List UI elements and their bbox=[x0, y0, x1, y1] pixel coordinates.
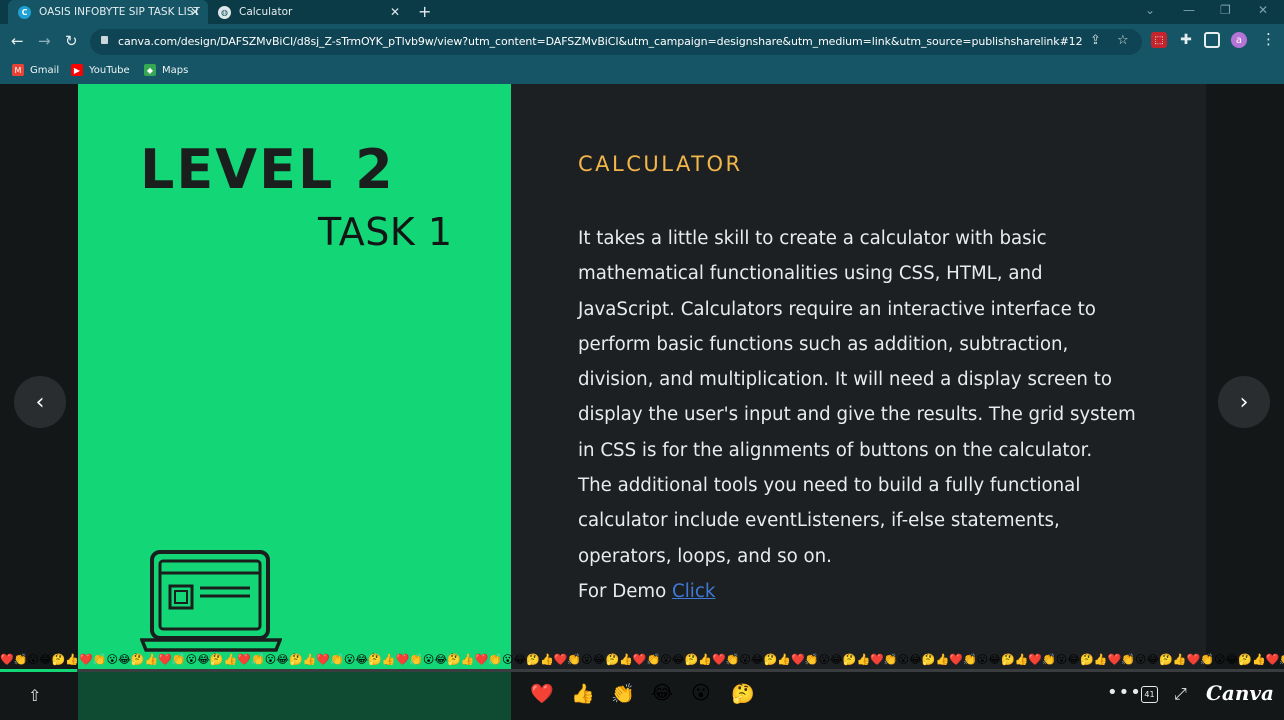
star-icon[interactable]: ☆ bbox=[1117, 33, 1129, 48]
reaction-emoji-row: ❤️👏😮😂🤔👍❤️👏😮😂🤔👍❤️👏😮😂🤔👍❤️👏😮😂🤔👍❤️👏😮😂🤔👍❤️👏😮😂… bbox=[0, 653, 1284, 666]
demo-link[interactable]: Click bbox=[672, 581, 715, 602]
slide-left-panel: LEVEL 2 TASK 1 bbox=[78, 84, 511, 670]
tab-calculator[interactable]: ◍ Calculator ✕ bbox=[208, 0, 408, 24]
globe-icon: ◍ bbox=[218, 5, 231, 19]
more-options-icon[interactable]: ••• bbox=[1107, 682, 1142, 703]
next-slide-button[interactable]: › bbox=[1218, 376, 1270, 428]
bookmark-label: YouTube bbox=[89, 64, 130, 76]
fullscreen-icon[interactable]: ⤢ bbox=[1174, 684, 1187, 704]
menu-icon[interactable]: ⋮ bbox=[1261, 30, 1276, 48]
back-icon[interactable]: ← bbox=[11, 32, 24, 50]
level-heading: LEVEL 2 bbox=[140, 138, 395, 201]
close-icon[interactable]: ✕ bbox=[390, 5, 400, 19]
bookmark-gmail[interactable]: M Gmail bbox=[12, 64, 59, 76]
clap-reaction-button[interactable]: 👏 bbox=[611, 682, 635, 705]
page-count-button[interactable]: 41 bbox=[1141, 686, 1158, 703]
body-line: operators, loops, and so on. bbox=[578, 545, 832, 567]
tab-oasis[interactable]: C OASIS INFOBYTE SIP TASK LIST ✕ bbox=[8, 0, 208, 24]
slide-body: It takes a little skill to create a calc… bbox=[578, 221, 1178, 609]
laugh-reaction-button[interactable]: 😂 bbox=[651, 682, 673, 704]
body-line: It takes a little skill to create a calc… bbox=[578, 228, 1047, 249]
bookmark-label: Maps bbox=[162, 64, 189, 76]
body-line: in CSS is for the alignments of buttons … bbox=[578, 439, 1093, 461]
chevron-left-icon: ‹ bbox=[35, 389, 45, 415]
demo-prefix: For Demo bbox=[578, 580, 673, 602]
chevron-down-icon[interactable]: ⌄ bbox=[1145, 3, 1155, 17]
minimize-icon[interactable]: — bbox=[1183, 3, 1195, 17]
youtube-icon: ▶ bbox=[71, 64, 83, 76]
body-line: division, and multiplication. It will ne… bbox=[578, 369, 1112, 391]
tab-title: Calculator bbox=[239, 6, 293, 18]
canva-logo[interactable]: Canva bbox=[1206, 681, 1274, 705]
thumbs-up-reaction-button[interactable]: 👍 bbox=[571, 682, 595, 705]
heart-reaction-button[interactable]: ❤️ bbox=[530, 682, 554, 705]
forward-icon[interactable]: → bbox=[38, 32, 51, 50]
slide-right-panel: CALCULATOR It takes a little skill to cr… bbox=[511, 84, 1206, 670]
bookmark-youtube[interactable]: ▶ YouTube bbox=[71, 64, 130, 76]
tab-title: OASIS INFOBYTE SIP TASK LIST bbox=[39, 6, 200, 18]
pdf-extension-icon[interactable]: ⬚ bbox=[1151, 32, 1167, 48]
maximize-icon[interactable]: ❐ bbox=[1220, 3, 1231, 17]
gmail-icon: M bbox=[12, 64, 24, 76]
demo-line: For Demo Click bbox=[578, 574, 1178, 609]
share-icon[interactable]: ⇧ bbox=[28, 686, 41, 705]
new-tab-icon[interactable]: + bbox=[418, 2, 431, 21]
laptop-icon bbox=[140, 550, 282, 652]
browser-toolbar: ← → ↻ canva.com/design/DAFSZMvBiCI/d8sj_… bbox=[0, 24, 1284, 60]
address-bar[interactable]: canva.com/design/DAFSZMvBiCI/d8sj_Z-sTrm… bbox=[90, 29, 1142, 55]
chevron-right-icon: › bbox=[1239, 389, 1249, 415]
reload-icon[interactable]: ↻ bbox=[65, 32, 78, 50]
url-text[interactable]: canva.com/design/DAFSZMvBiCI/d8sj_Z-sTrm… bbox=[118, 35, 1083, 48]
body-line: mathematical functionalities using CSS, … bbox=[578, 263, 1043, 285]
canva-icon: C bbox=[18, 5, 31, 19]
viewer-bottom-bar: ⇧ ❤️ 👍 👏 😂 😮 🤔 ••• 41 ⤢ Canva bbox=[0, 672, 1284, 720]
puzzle-icon[interactable]: ✚ bbox=[1178, 32, 1194, 48]
body-line: The additional tools you need to build a… bbox=[578, 475, 1081, 497]
body-line: display the user's input and give the re… bbox=[578, 404, 1136, 426]
bookmark-maps[interactable]: ◆ Maps bbox=[144, 64, 188, 76]
thinking-reaction-button[interactable]: 🤔 bbox=[731, 682, 755, 705]
lock-icon bbox=[101, 36, 108, 44]
slide-title: CALCULATOR bbox=[578, 152, 743, 176]
avatar[interactable]: a bbox=[1231, 32, 1247, 48]
body-line: perform basic functions such as addition… bbox=[578, 333, 1069, 355]
body-line: JavaScript. Calculators require an inter… bbox=[578, 298, 1096, 320]
maps-icon: ◆ bbox=[144, 64, 156, 76]
body-line: calculator include eventListeners, if-el… bbox=[578, 510, 1060, 532]
screen: C OASIS INFOBYTE SIP TASK LIST ✕ ◍ Calcu… bbox=[0, 0, 1284, 720]
sidebar-icon[interactable] bbox=[1204, 32, 1220, 48]
reactions-stream: ❤️👏😮😂🤔👍❤️👏😮😂🤔👍❤️👏😮😂🤔👍❤️👏😮😂🤔👍❤️👏😮😂🤔👍❤️👏😮😂… bbox=[0, 653, 1284, 667]
previous-slide-button[interactable]: ‹ bbox=[14, 376, 66, 428]
presentation-viewer: LEVEL 2 TASK 1 CALCULATOR It takes a lit… bbox=[0, 84, 1284, 720]
thumbnail-strip bbox=[78, 672, 511, 720]
task-heading: TASK 1 bbox=[318, 210, 453, 254]
close-icon[interactable]: ✕ bbox=[190, 5, 200, 19]
bookmarks-bar: M Gmail ▶ YouTube ◆ Maps bbox=[0, 60, 1284, 84]
surprised-reaction-button[interactable]: 😮 bbox=[691, 682, 711, 704]
share-icon[interactable]: ⇪ bbox=[1090, 33, 1101, 48]
tab-strip: C OASIS INFOBYTE SIP TASK LIST ✕ ◍ Calcu… bbox=[0, 0, 1284, 24]
bookmark-label: Gmail bbox=[30, 64, 60, 76]
window-close-icon[interactable]: ✕ bbox=[1258, 3, 1268, 17]
